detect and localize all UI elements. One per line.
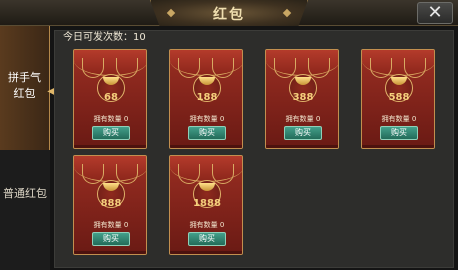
packet-amount: 188 <box>196 92 218 103</box>
close-button[interactable]: ✕ <box>417 2 453 24</box>
ribbon-right-icon <box>404 58 426 78</box>
owned-count: 拥有数量 0 <box>189 221 225 229</box>
ribbon-right-icon <box>308 58 330 78</box>
buy-button[interactable]: 购买 <box>188 232 226 246</box>
buy-button[interactable]: 购买 <box>92 126 130 140</box>
buy-button[interactable]: 购买 <box>380 126 418 140</box>
packet-amount: 588 <box>388 92 410 103</box>
tab-normal-red-packet[interactable]: 普通红包 <box>0 186 50 216</box>
sidebar: 拼手气 红包 ◀ 普通红包 <box>0 26 55 270</box>
owned-count: 拥有数量 0 <box>93 115 129 123</box>
owned-count: 拥有数量 0 <box>93 221 129 229</box>
title-bar: 红包 ✕ <box>0 0 458 26</box>
buy-button[interactable]: 购买 <box>92 232 130 246</box>
red-packet-card: 68 拥有数量 0 购买 <box>73 49 147 149</box>
card-bottom-edge <box>362 145 434 148</box>
daily-send-count: 今日可发次数：10 <box>63 32 146 43</box>
packet-amount: 888 <box>100 198 122 209</box>
tab-lucky-red-packet[interactable]: 拼手气 红包 ◀ <box>0 26 55 150</box>
packet-amount: 388 <box>292 92 314 103</box>
red-packet-card: 1888 拥有数量 0 购买 <box>169 155 243 255</box>
card-bottom-edge <box>266 145 338 148</box>
card-bottom-edge <box>74 145 146 148</box>
window-title: 红包 <box>213 7 245 23</box>
red-packet-card: 888 拥有数量 0 购买 <box>73 155 147 255</box>
red-packet-card: 388 拥有数量 0 购买 <box>265 49 339 149</box>
packet-amount: 1888 <box>193 198 221 209</box>
tab-label-line2: 红包 <box>13 87 36 100</box>
tab-label-line1: 拼手气 <box>8 71 41 84</box>
red-packet-card: 188 拥有数量 0 购买 <box>169 49 243 149</box>
packet-amount: 68 <box>104 92 118 103</box>
owned-count: 拥有数量 0 <box>381 115 417 123</box>
red-packet-card: 588 拥有数量 0 购买 <box>361 49 435 149</box>
owned-count: 拥有数量 0 <box>285 115 321 123</box>
red-packet-panel: 今日可发次数：10 68 拥有数量 0 购买 188 拥有数量 0 购买 388… <box>54 30 454 268</box>
ribbon-right-icon <box>116 164 138 184</box>
owned-count: 拥有数量 0 <box>189 115 225 123</box>
card-bottom-edge <box>170 145 242 148</box>
buy-button[interactable]: 购买 <box>284 126 322 140</box>
ribbon-right-icon <box>212 164 234 184</box>
ribbon-right-icon <box>212 58 234 78</box>
card-bottom-edge <box>74 251 146 254</box>
ribbon-right-icon <box>116 58 138 78</box>
buy-button[interactable]: 购买 <box>188 126 226 140</box>
card-bottom-edge <box>170 251 242 254</box>
